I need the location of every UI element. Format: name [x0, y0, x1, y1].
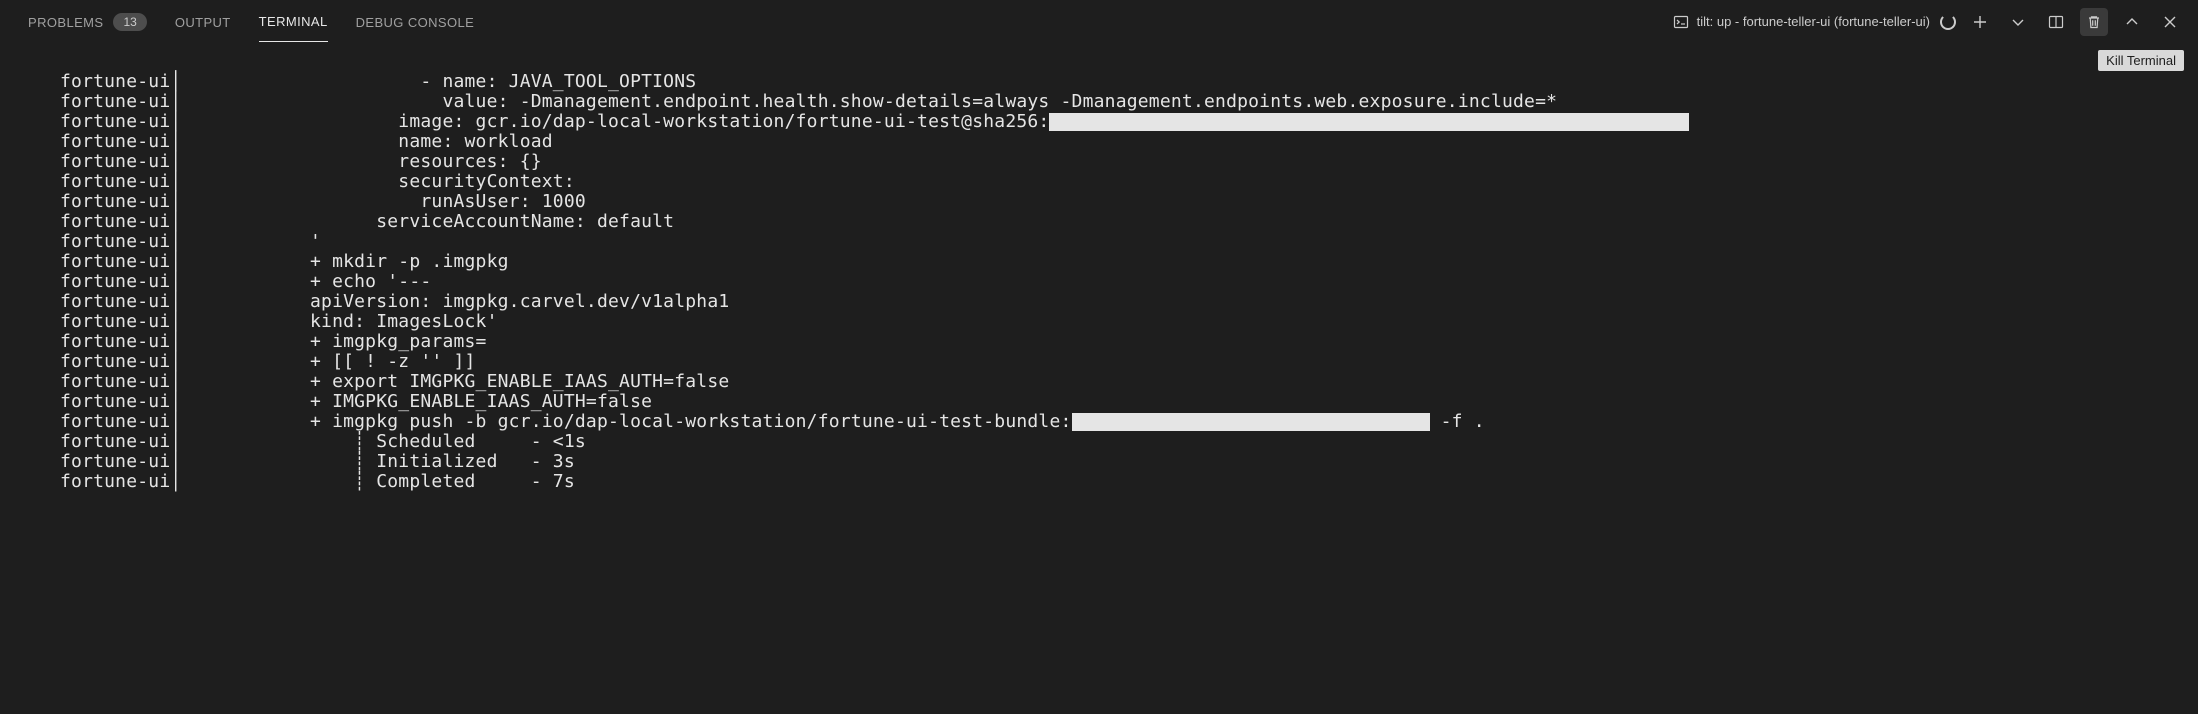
terminal-line-content: name: workload: [310, 132, 553, 152]
terminal-line: fortune-ui│': [60, 232, 2198, 252]
terminal-session-label: tilt: up - fortune-teller-ui (fortune-te…: [1697, 14, 1930, 29]
terminal-line-content: image: gcr.io/dap-local-workstation/fort…: [310, 112, 1689, 132]
terminal-line: fortune-ui│+ IMGPKG_ENABLE_IAAS_AUTH=fal…: [60, 392, 2198, 412]
terminal-line-prefix: fortune-ui│: [60, 412, 310, 432]
tab-problems-label: PROBLEMS: [28, 15, 103, 30]
redacted-hash: [1072, 413, 1430, 431]
terminal-line-content: - name: JAVA_TOOL_OPTIONS: [310, 72, 696, 92]
tabbar-left: PROBLEMS 13 OUTPUT TERMINAL DEBUG CONSOL…: [28, 0, 474, 43]
terminal-line: fortune-ui│ securityContext:: [60, 172, 2198, 192]
terminal-line: fortune-ui│+ imgpkg push -b gcr.io/dap-l…: [60, 412, 2198, 432]
terminal-session-selector[interactable]: tilt: up - fortune-teller-ui (fortune-te…: [1673, 14, 1930, 30]
terminal-line-prefix: fortune-ui│: [60, 332, 310, 352]
terminal-line-content: value: -Dmanagement.endpoint.health.show…: [310, 92, 1557, 112]
terminal-line: fortune-ui│+ mkdir -p .imgpkg: [60, 252, 2198, 272]
panel-tabbar: PROBLEMS 13 OUTPUT TERMINAL DEBUG CONSOL…: [0, 0, 2198, 44]
terminal-dropdown-button[interactable]: [2004, 8, 2032, 36]
terminal-line: fortune-ui│ resources: {}: [60, 152, 2198, 172]
tab-output[interactable]: OUTPUT: [175, 2, 231, 42]
terminal-line: fortune-ui│+ echo '---: [60, 272, 2198, 292]
terminal-line-content: ': [310, 232, 321, 252]
terminal-line-content: + [[ ! -z '' ]]: [310, 352, 476, 372]
terminal-line-content: ┊ Scheduled - <1s: [310, 432, 586, 452]
terminal-line-prefix: fortune-ui│: [60, 392, 310, 412]
terminal-line-prefix: fortune-ui│: [60, 72, 310, 92]
terminal-line: fortune-ui│ runAsUser: 1000: [60, 192, 2198, 212]
kill-terminal-button[interactable]: [2080, 8, 2108, 36]
terminal-line-content: + mkdir -p .imgpkg: [310, 252, 509, 272]
terminal-output[interactable]: fortune-ui│ - name: JAVA_TOOL_OPTIONSfor…: [0, 44, 2198, 492]
terminal-icon: [1673, 14, 1689, 30]
new-terminal-button[interactable]: [1966, 8, 1994, 36]
terminal-line-prefix: fortune-ui│: [60, 452, 310, 472]
terminal-line-content: ┊ Completed - 7s: [310, 472, 575, 492]
terminal-line-content: + imgpkg_params=: [310, 332, 487, 352]
terminal-line-content: resources: {}: [310, 152, 542, 172]
terminal-line: fortune-ui│ - name: JAVA_TOOL_OPTIONS: [60, 72, 2198, 92]
tabbar-right: tilt: up - fortune-teller-ui (fortune-te…: [1673, 8, 2186, 36]
terminal-line: fortune-ui│ ┊ Completed - 7s: [60, 472, 2198, 492]
terminal-line-prefix: fortune-ui│: [60, 172, 310, 192]
terminal-line-prefix: fortune-ui│: [60, 472, 310, 492]
terminal-line-content: + IMGPKG_ENABLE_IAAS_AUTH=false: [310, 392, 652, 412]
problems-badge: 13: [113, 13, 146, 31]
terminal-line-prefix: fortune-ui│: [60, 212, 310, 232]
terminal-line-content: apiVersion: imgpkg.carvel.dev/v1alpha1: [310, 292, 729, 312]
terminal-line-prefix: fortune-ui│: [60, 312, 310, 332]
terminal-line-content: securityContext:: [310, 172, 575, 192]
terminal-line-content: + echo '---: [310, 272, 431, 292]
terminal-line: fortune-ui│ serviceAccountName: default: [60, 212, 2198, 232]
terminal-line-content: + export IMGPKG_ENABLE_IAAS_AUTH=false: [310, 372, 729, 392]
redacted-hash: [1049, 113, 1689, 131]
close-panel-button[interactable]: [2156, 8, 2184, 36]
terminal-line-prefix: fortune-ui│: [60, 352, 310, 372]
terminal-line: fortune-ui│ ┊ Initialized - 3s: [60, 452, 2198, 472]
terminal-line: fortune-ui│+ export IMGPKG_ENABLE_IAAS_A…: [60, 372, 2198, 392]
tab-debug-console[interactable]: DEBUG CONSOLE: [356, 2, 475, 42]
terminal-line: fortune-ui│ image: gcr.io/dap-local-work…: [60, 112, 2198, 132]
maximize-panel-button[interactable]: [2118, 8, 2146, 36]
tab-terminal-label: TERMINAL: [259, 14, 328, 29]
spinner-icon: [1940, 14, 1956, 30]
terminal-line: fortune-ui│+ imgpkg_params=: [60, 332, 2198, 352]
tab-output-label: OUTPUT: [175, 15, 231, 30]
terminal-line-prefix: fortune-ui│: [60, 272, 310, 292]
terminal-line-prefix: fortune-ui│: [60, 192, 310, 212]
terminal-line: fortune-ui│kind: ImagesLock': [60, 312, 2198, 332]
terminal-line-content: serviceAccountName: default: [310, 212, 674, 232]
terminal-line: fortune-ui│+ [[ ! -z '' ]]: [60, 352, 2198, 372]
terminal-line: fortune-ui│ ┊ Scheduled - <1s: [60, 432, 2198, 452]
terminal-line-prefix: fortune-ui│: [60, 92, 310, 112]
terminal-line-prefix: fortune-ui│: [60, 152, 310, 172]
terminal-line-prefix: fortune-ui│: [60, 432, 310, 452]
terminal-line-prefix: fortune-ui│: [60, 292, 310, 312]
terminal-line-content: runAsUser: 1000: [310, 192, 586, 212]
terminal-line-content: + imgpkg push -b gcr.io/dap-local-workst…: [310, 412, 1485, 432]
tab-terminal[interactable]: TERMINAL: [259, 1, 328, 42]
kill-terminal-tooltip: Kill Terminal: [2098, 50, 2184, 71]
tab-problems[interactable]: PROBLEMS 13: [28, 0, 147, 43]
terminal-line: fortune-ui│apiVersion: imgpkg.carvel.dev…: [60, 292, 2198, 312]
terminal-line: fortune-ui│ value: -Dmanagement.endpoint…: [60, 92, 2198, 112]
terminal-line-prefix: fortune-ui│: [60, 232, 310, 252]
terminal-line-content: kind: ImagesLock': [310, 312, 498, 332]
terminal-line: fortune-ui│ name: workload: [60, 132, 2198, 152]
terminal-line-prefix: fortune-ui│: [60, 132, 310, 152]
tab-debug-console-label: DEBUG CONSOLE: [356, 15, 475, 30]
terminal-line-content: ┊ Initialized - 3s: [310, 452, 575, 472]
terminal-line-prefix: fortune-ui│: [60, 252, 310, 272]
terminal-line-prefix: fortune-ui│: [60, 112, 310, 132]
split-terminal-button[interactable]: [2042, 8, 2070, 36]
terminal-line-prefix: fortune-ui│: [60, 372, 310, 392]
